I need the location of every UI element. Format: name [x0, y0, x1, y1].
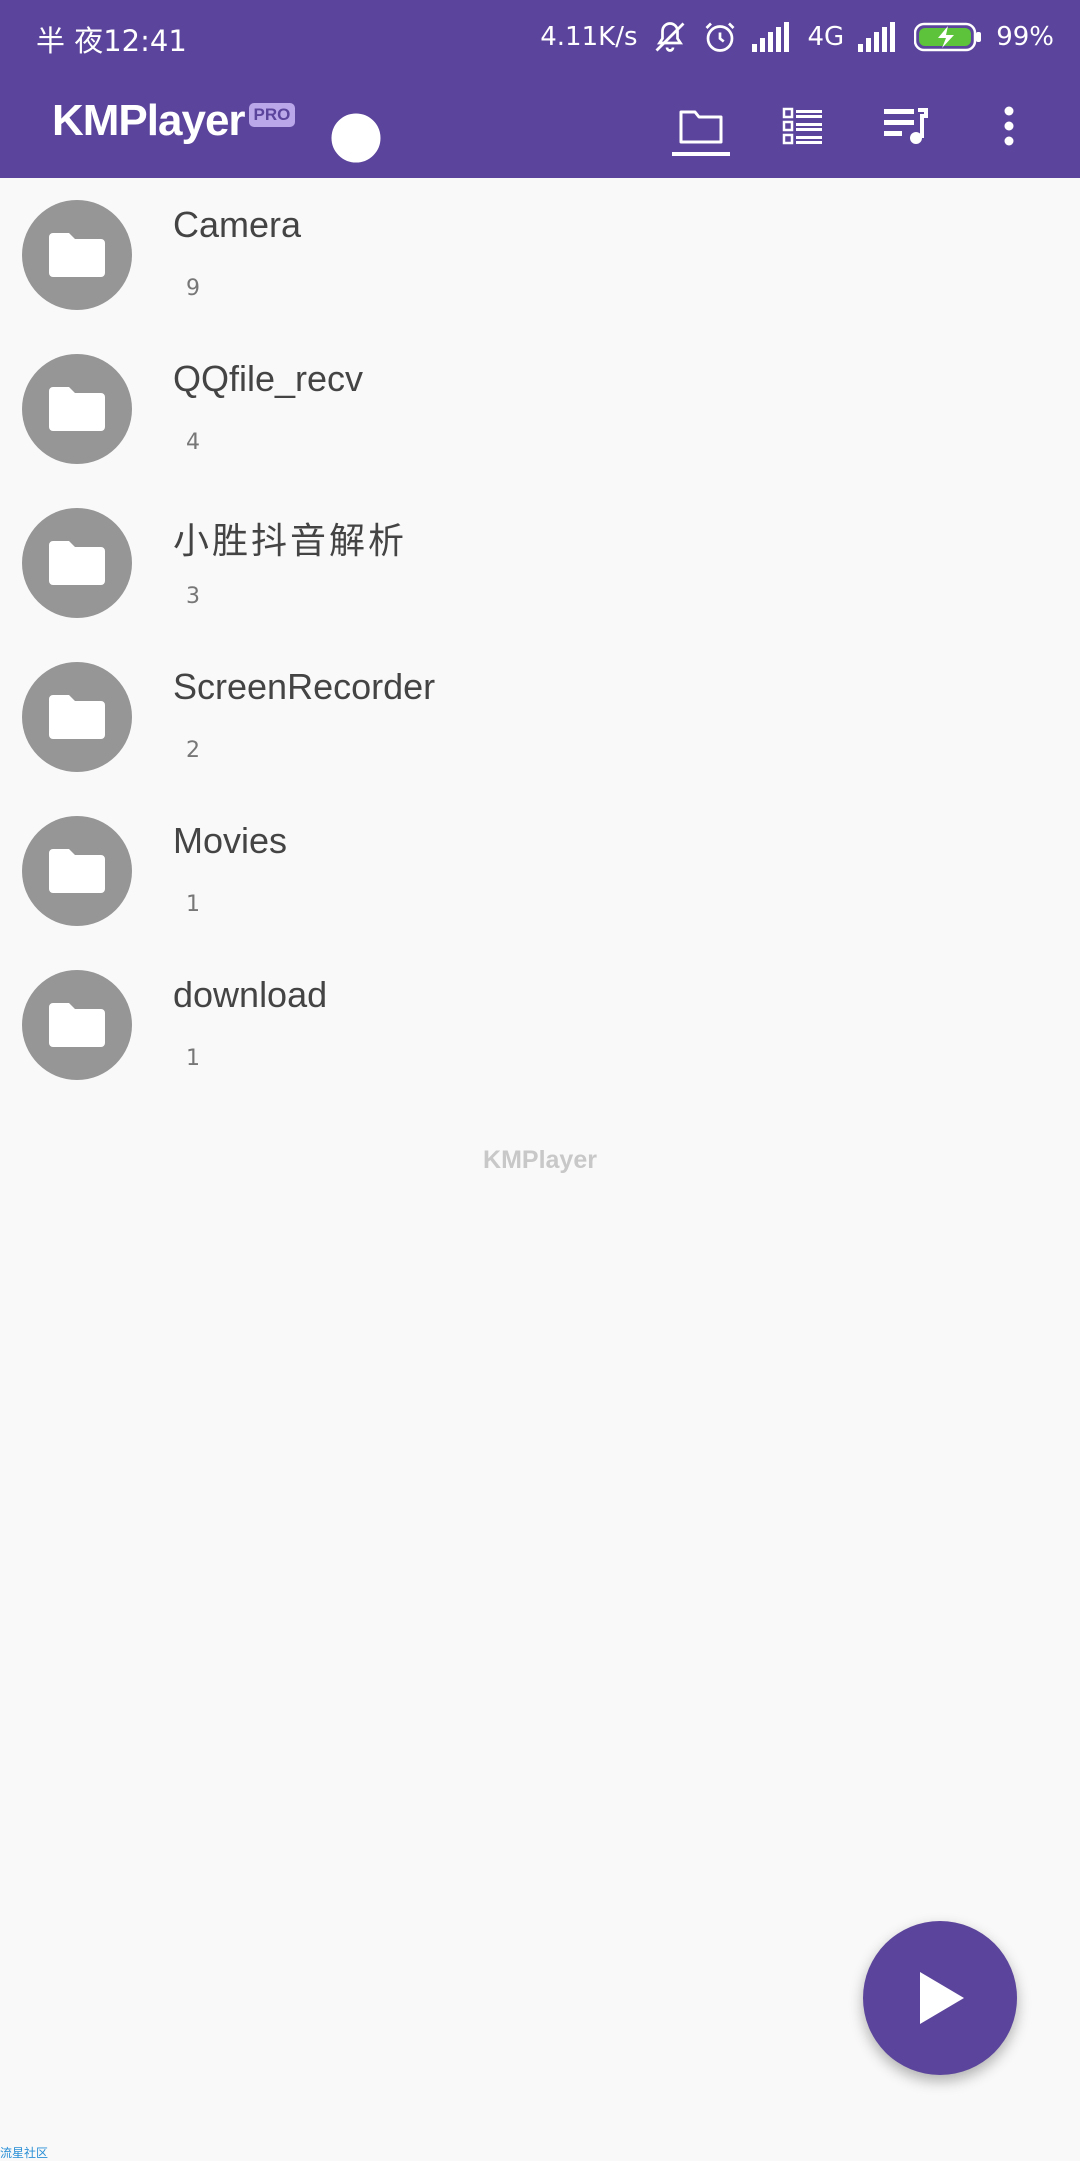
folder-name: QQfile_recv	[173, 358, 364, 399]
battery-percent: 99%	[996, 22, 1054, 52]
folder-avatar	[22, 508, 132, 618]
folder-item-movies[interactable]: Movies 1	[0, 794, 1080, 948]
folder-avatar	[22, 816, 132, 926]
folder-count: 1	[186, 892, 200, 917]
folder-count: 1	[186, 1046, 200, 1071]
tab-list[interactable]	[770, 96, 836, 156]
more-vert-icon	[1004, 106, 1014, 146]
tab-folders[interactable]	[668, 96, 734, 156]
folder-name: 小胜抖音解析	[173, 520, 408, 561]
folder-name: Camera	[173, 204, 302, 245]
playlist-icon	[884, 108, 928, 144]
alarm-icon	[702, 19, 738, 55]
folder-name: Movies	[173, 820, 288, 861]
folder-count: 9	[186, 276, 200, 301]
status-bar: 半 夜12:41 4.11K/s 4G 99%	[0, 0, 1080, 76]
folder-item-screenrecorder[interactable]: ScreenRecorder 2	[0, 640, 1080, 794]
folder-icon	[49, 541, 105, 585]
list-icon	[782, 107, 822, 145]
status-time: 半 夜12:41	[36, 24, 187, 58]
mute-icon	[652, 19, 688, 55]
watermark: 流星社区	[0, 2146, 49, 2160]
folder-item-download[interactable]: download 1	[0, 948, 1080, 1102]
pro-badge: PRO	[248, 103, 296, 127]
app-logo: KMPlayer PRO	[52, 96, 296, 146]
signal-icon	[751, 22, 794, 52]
active-tab-indicator	[672, 152, 730, 156]
folder-item-camera[interactable]: Camera 9	[0, 178, 1080, 332]
battery-charging-icon	[914, 22, 982, 52]
folder-name: download	[173, 974, 328, 1015]
play-icon	[920, 1972, 964, 2024]
folder-count: 4	[186, 430, 200, 455]
folder-avatar	[22, 970, 132, 1080]
net-speed: 4.11K/s	[540, 22, 638, 52]
folder-icon	[49, 695, 105, 739]
folder-list: Camera 9 QQfile_recv 4 小胜抖音解析 3 ScreenRe…	[0, 178, 1080, 1102]
more-options-button[interactable]	[976, 96, 1042, 156]
app-bar: KMPlayer PRO	[0, 76, 1080, 178]
app-header: 半 夜12:41 4.11K/s 4G 99% KMPlayer PRO	[0, 0, 1080, 178]
folder-icon	[49, 387, 105, 431]
signal-icon	[858, 22, 900, 52]
folder-item-xiaosheng[interactable]: 小胜抖音解析 3	[0, 486, 1080, 640]
folder-icon	[49, 849, 105, 893]
folder-avatar	[22, 354, 132, 464]
theme-toggle-icon	[331, 113, 381, 163]
folder-icon	[49, 1003, 105, 1047]
folder-icon	[49, 233, 105, 277]
play-fab-button[interactable]	[863, 1921, 1017, 2075]
network-type: 4G	[807, 22, 845, 52]
folder-avatar	[22, 200, 132, 310]
footer-logo: KMPlayer	[483, 1146, 597, 1174]
status-indicators: 4.11K/s 4G 99%	[540, 16, 1054, 58]
theme-toggle-button[interactable]	[330, 112, 382, 164]
tab-playlist[interactable]	[872, 96, 938, 156]
folder-item-qqfile-recv[interactable]: QQfile_recv 4	[0, 332, 1080, 486]
logo-text: KMPlayer	[52, 96, 246, 145]
folder-count: 3	[186, 584, 200, 609]
folder-avatar	[22, 662, 132, 772]
folder-count: 2	[186, 738, 200, 763]
folder-name: ScreenRecorder	[173, 666, 436, 707]
folder-icon	[679, 110, 723, 144]
